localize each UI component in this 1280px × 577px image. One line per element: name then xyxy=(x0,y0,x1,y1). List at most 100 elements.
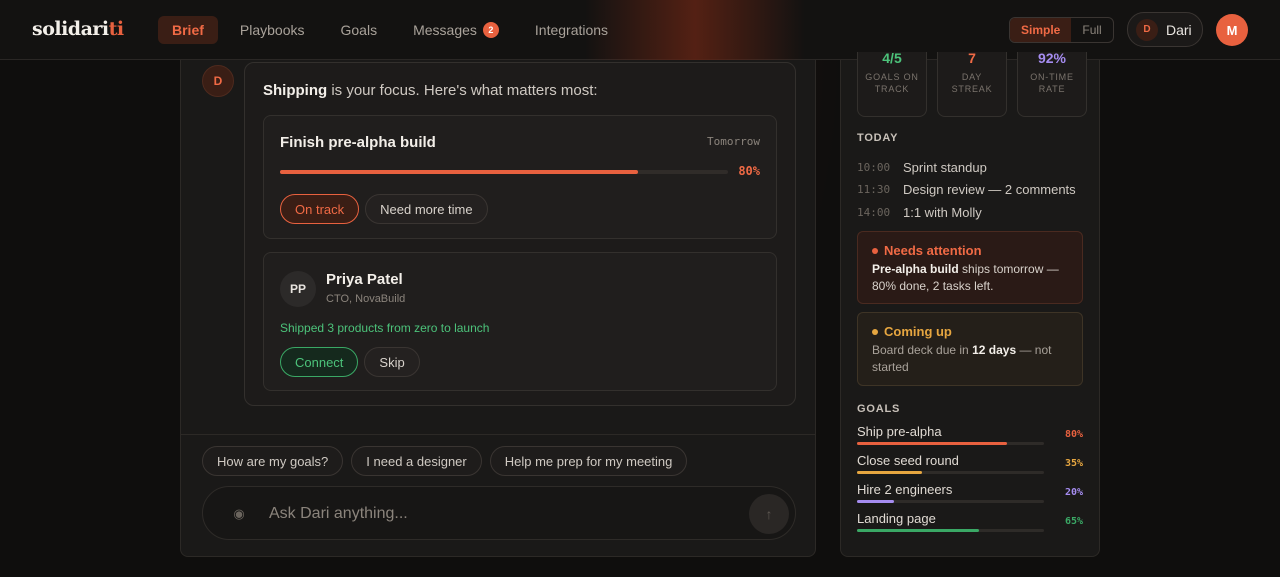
goal-name: Ship pre-alpha xyxy=(857,424,942,439)
needs-attention-header: Needs attention xyxy=(872,242,1068,259)
side-panel: 4/5 GOALS ON TRACK 7 DAY STREAK 92% ON-T… xyxy=(840,52,1100,557)
nav-messages-label: Messages xyxy=(413,22,477,38)
nav-messages[interactable]: Messages 2 xyxy=(399,16,513,44)
stat-value: 92% xyxy=(1037,52,1067,66)
intro-text: is your focus. Here's what matters most: xyxy=(327,82,598,99)
nav-brief[interactable]: Brief xyxy=(158,16,218,44)
focus-highlight: Shipping xyxy=(263,82,328,99)
stat-value: 4/5 xyxy=(882,52,902,66)
stat-day-streak: 7 DAY STREAK xyxy=(937,52,1007,117)
schedule-text: Sprint standup xyxy=(903,159,987,175)
suggestion-designer[interactable]: I need a designer xyxy=(351,446,482,476)
needs-attention-title: Needs attention xyxy=(884,243,982,258)
person-actions: Connect Skip xyxy=(280,347,420,377)
chat-divider xyxy=(181,434,815,435)
goal-pct: 35% xyxy=(1064,458,1083,469)
goal-track xyxy=(857,500,1044,503)
logo[interactable]: solidariti xyxy=(32,18,124,40)
status-dot-icon xyxy=(872,247,878,254)
stat-label: DAY STREAK xyxy=(951,72,993,94)
goal-fill xyxy=(857,442,1007,445)
stat-label: GOALS ON TRACK xyxy=(865,72,919,94)
goal-actions: On track Need more time xyxy=(280,194,488,224)
goal-row[interactable]: Ship pre-alpha 80% xyxy=(857,424,1083,453)
assistant-name: Dari xyxy=(1166,21,1192,38)
needs-attention-bold: Pre-alpha build xyxy=(872,262,959,276)
coming-up-pre: Board deck due in xyxy=(872,343,973,357)
mode-toggle: Simple Full xyxy=(1009,17,1114,43)
coming-up-body: Board deck due in 12 days — not started xyxy=(872,342,1068,376)
goal-fill xyxy=(857,529,979,532)
goal-name: Landing page xyxy=(857,511,936,526)
nav-goals[interactable]: Goals xyxy=(327,16,392,44)
person-note: Shipped 3 products from zero to launch xyxy=(280,321,490,335)
logo-main: solidari xyxy=(32,18,109,40)
coming-up-title: Coming up xyxy=(884,324,952,339)
schedule-item[interactable]: 10:00 Sprint standup xyxy=(857,156,1076,179)
schedule-item[interactable]: 14:00 1:1 with Molly xyxy=(857,201,1076,224)
profile-avatar[interactable]: M xyxy=(1216,14,1248,46)
goal-pct: 20% xyxy=(1064,487,1083,498)
today-schedule: 10:00 Sprint standup 11:30 Design review —… xyxy=(857,156,1076,224)
stat-goals-on-track: 4/5 GOALS ON TRACK xyxy=(857,52,927,117)
schedule-time: 14:00 xyxy=(857,205,891,219)
goal-name: Close seed round xyxy=(857,453,959,468)
person-name: Priya Patel xyxy=(326,271,403,288)
schedule-time: 11:30 xyxy=(857,183,891,197)
connect-button[interactable]: Connect xyxy=(280,347,359,377)
goals-list: Ship pre-alpha 80% Close seed round 35% … xyxy=(857,424,1083,540)
needs-attention-card[interactable]: Needs attention Pre-alpha build ships to… xyxy=(857,231,1083,304)
today-title: TODAY xyxy=(857,132,899,144)
stats-row: 4/5 GOALS ON TRACK 7 DAY STREAK 92% ON-T… xyxy=(857,52,1087,117)
person-avatar: PP xyxy=(280,271,316,307)
coming-up-card[interactable]: Coming up Board deck due in 12 days — no… xyxy=(857,312,1083,386)
needs-attention-body: Pre-alpha build ships tomorrow — 80% don… xyxy=(872,261,1068,295)
goal-row[interactable]: Hire 2 engineers 20% xyxy=(857,482,1083,511)
goal-card: Finish pre-alpha build Tomorrow 80% On t… xyxy=(263,115,777,239)
mode-full-button[interactable]: Full xyxy=(1071,18,1112,42)
messages-badge: 2 xyxy=(482,22,499,38)
suggestion-goals[interactable]: How are my goals? xyxy=(202,446,344,476)
goal-progress-label: 80% xyxy=(738,164,760,178)
goal-pct: 65% xyxy=(1064,516,1083,527)
chat-composer: ◉ ↑ xyxy=(202,486,796,540)
chat-input[interactable] xyxy=(269,501,729,527)
goal-row[interactable]: Close seed round 35% xyxy=(857,453,1083,482)
stat-label: ON-TIME RATE xyxy=(1030,72,1074,94)
assistant-avatar: D xyxy=(1136,18,1158,41)
send-button[interactable]: ↑ xyxy=(749,494,789,534)
status-dot-icon xyxy=(872,328,878,335)
on-track-button[interactable]: On track xyxy=(280,194,360,224)
assistant-message: Shipping is your focus. Here's what matt… xyxy=(244,62,796,406)
need-more-time-button[interactable]: Need more time xyxy=(365,194,488,224)
assistant-chip[interactable]: D Dari xyxy=(1127,12,1203,47)
skip-button[interactable]: Skip xyxy=(364,347,420,377)
schedule-text: 1:1 with Molly xyxy=(903,204,982,220)
suggestion-chips: How are my goals? I need a designer Help… xyxy=(202,446,688,476)
mode-simple-button[interactable]: Simple xyxy=(1010,18,1072,42)
person-card: PP Priya Patel CTO, NovaBuild Shipped 3 … xyxy=(263,252,777,391)
logo-accent: ti xyxy=(108,18,125,40)
schedule-time: 10:00 xyxy=(857,160,891,174)
coming-up-header: Coming up xyxy=(872,323,1068,340)
arrow-up-icon: ↑ xyxy=(765,506,773,522)
nav-integrations[interactable]: Integrations xyxy=(521,16,622,44)
eye-icon[interactable]: ◉ xyxy=(229,504,249,524)
schedule-item[interactable]: 11:30 Design review — 2 comments xyxy=(857,179,1076,202)
goal-track xyxy=(857,529,1044,532)
bot-avatar: D xyxy=(202,65,234,97)
suggestion-meeting-prep[interactable]: Help me prep for my meeting xyxy=(489,446,688,476)
coming-up-bold: 12 days xyxy=(972,343,1017,357)
goal-row[interactable]: Landing page 65% xyxy=(857,511,1083,540)
goal-track xyxy=(857,471,1044,474)
goal-title: Finish pre-alpha build xyxy=(280,134,436,151)
goal-track xyxy=(857,442,1044,445)
goal-fill xyxy=(857,471,923,474)
nav-playbooks[interactable]: Playbooks xyxy=(226,16,319,44)
goal-fill xyxy=(857,500,895,503)
goals-title: GOALS xyxy=(857,403,901,415)
schedule-text: Design review — 2 comments xyxy=(903,182,1076,198)
chat-panel: D Shipping is your focus. Here's what ma… xyxy=(180,60,816,557)
stat-value: 7 xyxy=(968,52,976,66)
goal-name: Hire 2 engineers xyxy=(857,482,953,497)
